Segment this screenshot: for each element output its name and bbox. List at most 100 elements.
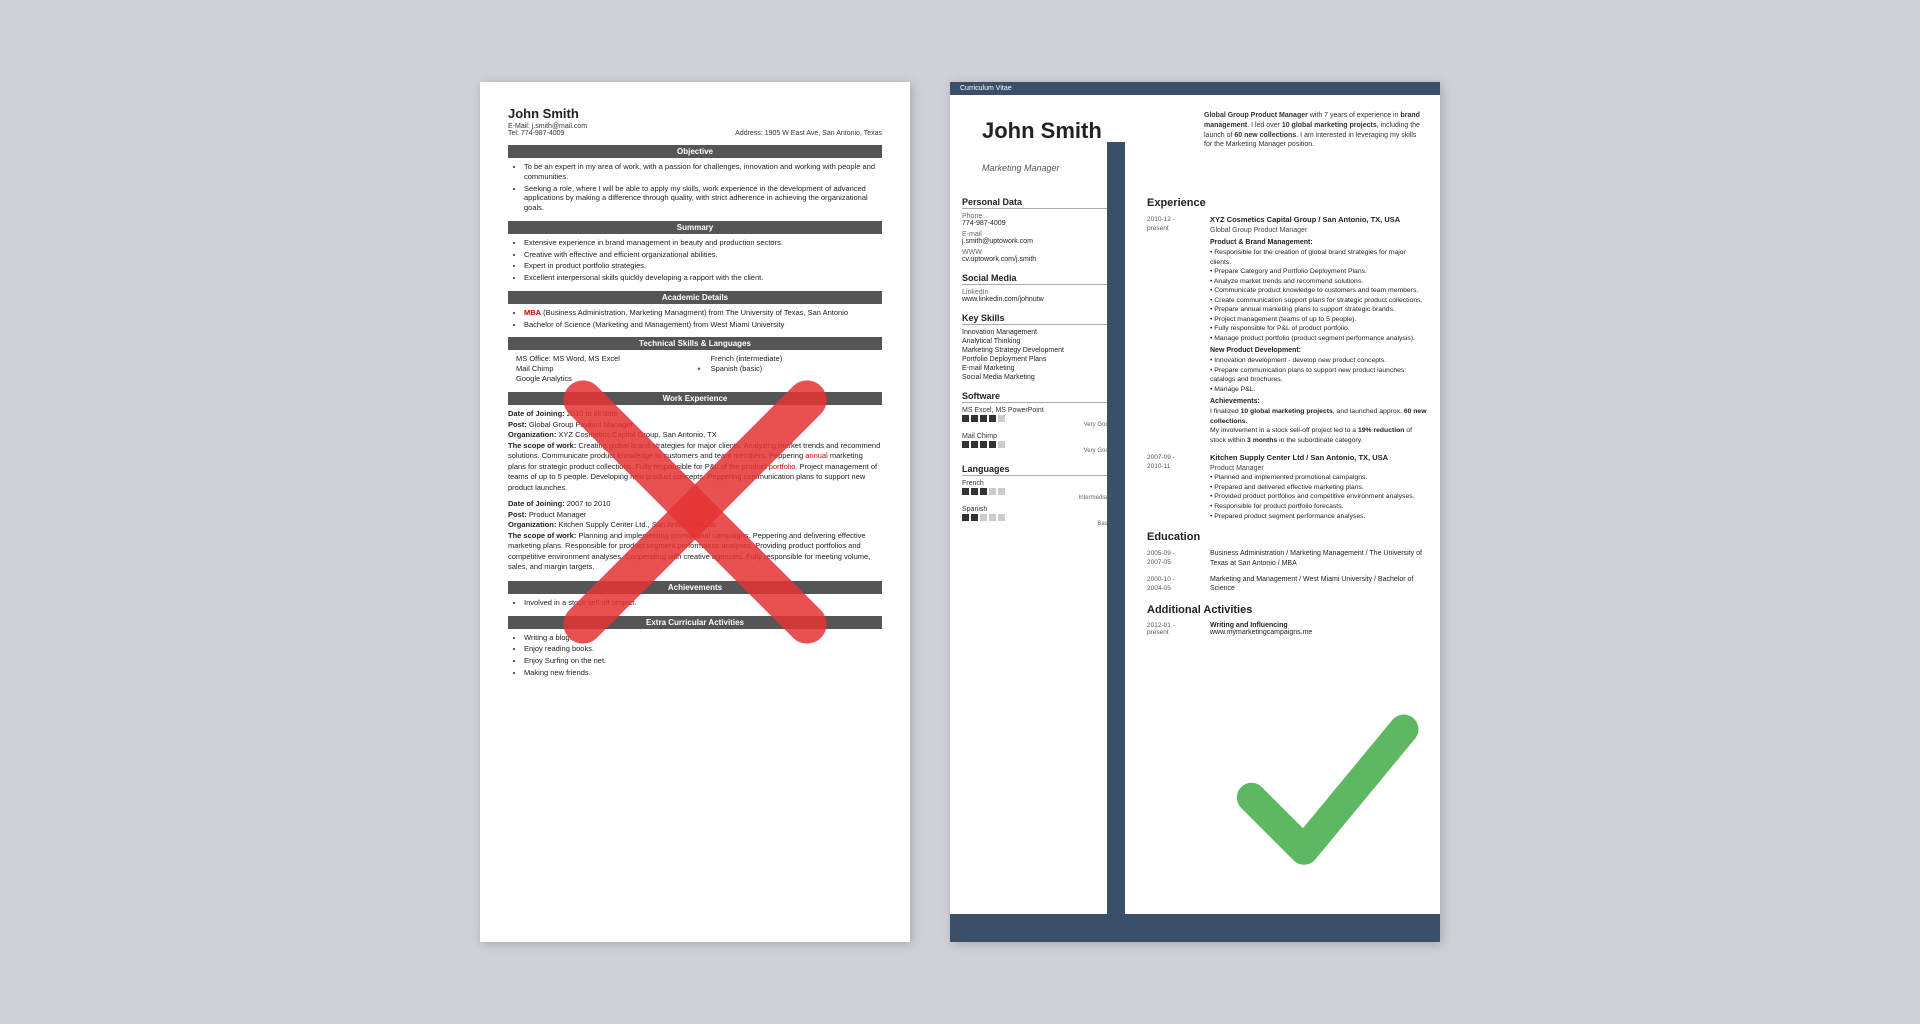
education-item-2: 2000-10 -2004-05 Marketing and Managemen…	[1147, 575, 1428, 595]
right-resume: Curriculum Vitae John Smith Marketing Ma…	[950, 82, 1440, 942]
dot	[989, 415, 996, 422]
exp-1-achievements: I finalized 10 global marketing projects…	[1210, 407, 1428, 445]
phone-label: Phone	[962, 213, 1112, 220]
dot	[962, 441, 969, 448]
summary-header: Summary	[508, 221, 882, 234]
summary-item-4: Excellent interpersonal skills quickly d…	[524, 273, 882, 283]
dot-empty	[998, 441, 1005, 448]
objective-header: Objective	[508, 145, 882, 158]
linkedin-label: LinkedIn	[962, 289, 1112, 296]
extra-1: Writing a blog.	[524, 633, 882, 643]
lang-1: French (intermediate)	[711, 354, 882, 363]
left-resume: John Smith E-Mail: j.smith@mail.com Tel:…	[480, 82, 910, 942]
exp-1-company: XYZ Cosmetics Capital Group / San Antoni…	[1210, 215, 1428, 226]
skill-item-3: Marketing Strategy Development	[962, 347, 1112, 354]
left-address: Address: 1905 W East Ave, San Antonio, T…	[735, 130, 882, 137]
technical-header: Technical Skills & Languages	[508, 337, 882, 350]
skill-item-5: E-mail Marketing	[962, 365, 1112, 372]
dot	[980, 488, 987, 495]
bottom-bar	[950, 914, 1440, 942]
skills-table: MS Office: MS Word, MS Excel Mail Chimp …	[508, 354, 882, 384]
experience-title: Experience	[1147, 197, 1428, 209]
dot	[962, 488, 969, 495]
key-skills-list: Innovation Management Analytical Thinkin…	[962, 329, 1112, 381]
skill-1: MS Office: MS Word, MS Excel	[516, 354, 687, 363]
exp-1-role: Global Group Product Manager	[1210, 226, 1428, 236]
experience-job-2: 2007-09 -2010-11 Kitchen Supply Center L…	[1147, 453, 1428, 521]
academic-item-1: MBA (Business Administration, Marketing …	[524, 308, 882, 318]
summary-item-3: Expert in product portfolio strategies.	[524, 261, 882, 271]
extra-4: Making new friends.	[524, 668, 882, 678]
work-1-joining: Date of Joining: 2010 to till date	[508, 409, 882, 420]
add-1-content: Writing and Influencing www.mymarketingc…	[1210, 622, 1312, 636]
cv-tag: Curriculum Vitae	[960, 85, 1012, 92]
skill-item-1: Innovation Management	[962, 329, 1112, 336]
email-value: j.smith@uptowork.com	[962, 238, 1112, 245]
exp-1-sub1: Product & Brand Management:	[1210, 238, 1428, 248]
key-skills-title: Key Skills	[962, 313, 1112, 325]
work-block-2: Date of Joining: 2007 to 2010 Post: Prod…	[508, 499, 882, 573]
right-name: John Smith	[966, 107, 1118, 151]
achievements-list: Involved in a stock sell-off project.	[508, 598, 882, 608]
exp-2-content: Kitchen Supply Center Ltd / San Antonio,…	[1210, 453, 1428, 521]
software-item-2: Mail Chimp Very Good	[962, 433, 1112, 454]
skill-item-6: Social Media Marketing	[962, 374, 1112, 381]
dot	[971, 488, 978, 495]
dot-empty	[998, 514, 1005, 521]
academic-item-2: Bachelor of Science (Marketing and Manag…	[524, 320, 882, 330]
additional-item-1: 2012-01 -present Writing and Influencing…	[1147, 622, 1428, 636]
summary-item-2: Creative with effective and efficient or…	[524, 250, 882, 260]
dot	[980, 441, 987, 448]
education-item-1: 2005-09 -2007-05 Business Administration…	[1147, 549, 1428, 569]
right-body: Personal Data Phone 774-987-4009 E-mail …	[950, 189, 1440, 644]
software-title: Software	[962, 391, 1112, 403]
exp-1-bullets1: • Responsible for the creation of global…	[1210, 248, 1428, 343]
achievement-1: Involved in a stock sell-off project.	[524, 598, 882, 608]
objective-item-2: Seeking a role, where I will be able to …	[524, 184, 882, 213]
skills-col-right: French (intermediate) Spanish (basic)	[711, 354, 882, 384]
lang-item-1: French Intermediate	[962, 480, 1112, 501]
summary-item-1: Extensive experience in brand management…	[524, 238, 882, 248]
name-block: John Smith Marketing Manager	[966, 107, 1118, 181]
skill-3: Google Analytics	[516, 374, 687, 383]
dot-empty	[998, 488, 1005, 495]
dot-empty	[989, 488, 996, 495]
dot	[971, 441, 978, 448]
dot-empty	[980, 514, 987, 521]
software-item-1: MS Excel, MS PowerPoint Very Good	[962, 407, 1112, 428]
work-2-org: Organization: Kitchen Supply Center Ltd.…	[508, 520, 882, 531]
sidebar-accent-bar	[1107, 142, 1125, 914]
dot-empty	[989, 514, 996, 521]
dot	[971, 415, 978, 422]
exp-1-achievements-label: Achievements:	[1210, 397, 1428, 407]
right-title: Marketing Manager	[966, 151, 1118, 181]
extra-list: Writing a blog. Enjoy reading books. Enj…	[508, 633, 882, 678]
linkedin-value: www.linkedin.com/johnutw	[962, 296, 1112, 303]
extra-3: Enjoy Surfing on the net.	[524, 656, 882, 666]
skill-2: Mail Chimp	[516, 364, 687, 373]
skill-item-4: Portfolio Deployment Plans	[962, 356, 1112, 363]
experience-job-1: 2010-12 -present XYZ Cosmetics Capital G…	[1147, 215, 1428, 445]
additional-title: Additional Activities	[1147, 604, 1428, 616]
work-1-org: Organization: XYZ Cosmetics Capital Grou…	[508, 430, 882, 441]
work-1-post: Post: Global Group Product Manager	[508, 420, 882, 431]
academic-header: Academic Details	[508, 291, 882, 304]
work-header: Work Experience	[508, 392, 882, 405]
right-name-area: John Smith Marketing Manager Global Grou…	[966, 107, 1424, 181]
personal-data-title: Personal Data	[962, 197, 1112, 209]
summary-list: Extensive experience in brand management…	[508, 238, 882, 283]
work-1-scope: The scope of work: Creating global brand…	[508, 441, 882, 494]
work-block-1: Date of Joining: 2010 to till date Post:…	[508, 409, 882, 493]
exp-2-date: 2007-09 -2010-11	[1147, 453, 1202, 521]
extra-2: Enjoy reading books.	[524, 644, 882, 654]
edu-2-date: 2000-10 -2004-05	[1147, 575, 1202, 595]
email-label: E-mail	[962, 231, 1112, 238]
www-label: WWW	[962, 249, 1112, 256]
skill-item-2: Analytical Thinking	[962, 338, 1112, 345]
right-header: John Smith Marketing Manager Global Grou…	[950, 95, 1440, 189]
work-2-joining: Date of Joining: 2007 to 2010	[508, 499, 882, 510]
left-name: John Smith	[508, 106, 882, 121]
dot	[989, 441, 996, 448]
green-check-icon	[1220, 682, 1430, 892]
phone-value: 774-987-4009	[962, 220, 1112, 227]
